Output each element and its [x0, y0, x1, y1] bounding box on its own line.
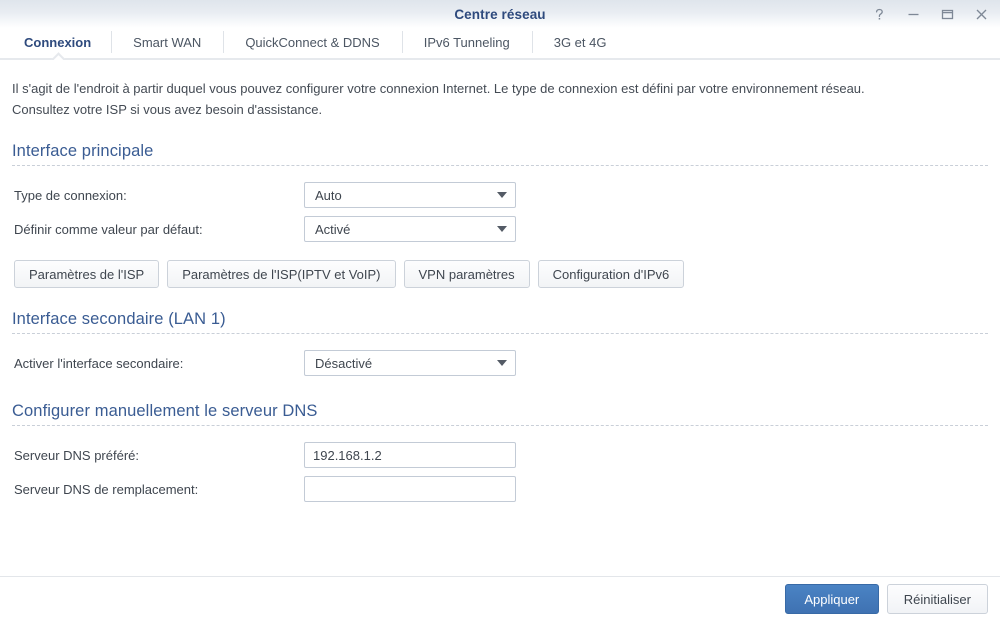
field-label: Serveur DNS de remplacement: [14, 481, 199, 497]
select-value: Désactivé [315, 355, 373, 371]
chevron-down-icon [489, 360, 515, 366]
help-icon[interactable] [870, 5, 888, 23]
field-set-as-default: Définir comme valeur par défaut: Activé [12, 212, 988, 246]
section-title: Interface secondaire (LAN 1) [12, 310, 226, 328]
network-center-window: Centre réseau Connexion Smart WAN QuickC… [0, 0, 1000, 621]
chevron-down-icon [489, 226, 515, 232]
apply-button[interactable]: Appliquer [784, 584, 879, 614]
section-dns: Configurer manuellement le serveur DNS S… [12, 402, 988, 506]
window-controls [870, 0, 990, 28]
tab-ipv6-tunneling[interactable]: IPv6 Tunneling [401, 28, 532, 56]
ipv6-configuration-button[interactable]: Configuration d'IPv6 [537, 260, 685, 288]
field-label: Type de connexion: [14, 187, 127, 203]
tab-list: Connexion Smart WAN QuickConnect & DDNS … [12, 28, 628, 56]
chevron-down-icon [489, 192, 515, 198]
enable-secondary-interface-select[interactable]: Désactivé [304, 350, 516, 376]
field-label: Serveur DNS préféré: [14, 447, 139, 463]
field-enable-secondary-interface: Activer l'interface secondaire: Désactiv… [12, 346, 988, 380]
section-divider [12, 425, 988, 426]
alternate-dns-input[interactable] [304, 476, 516, 502]
select-value: Auto [315, 187, 342, 203]
tab-bar: Connexion Smart WAN QuickConnect & DDNS … [0, 28, 1000, 60]
section-title: Interface principale [12, 142, 154, 160]
preferred-dns-input[interactable] [304, 442, 516, 468]
set-as-default-select[interactable]: Activé [304, 216, 516, 242]
maximize-icon[interactable] [938, 5, 956, 23]
field-preferred-dns: Serveur DNS préféré: [12, 438, 988, 472]
field-label: Définir comme valeur par défaut: [14, 221, 203, 237]
section-divider [12, 333, 988, 334]
section-divider [12, 165, 988, 166]
isp-settings-iptv-voip-button[interactable]: Paramètres de l'ISP(IPTV et VoIP) [167, 260, 396, 288]
minimize-icon[interactable] [904, 5, 922, 23]
window-title: Centre réseau [454, 6, 546, 22]
tab-label: IPv6 Tunneling [423, 34, 510, 50]
vpn-settings-button[interactable]: VPN paramètres [403, 260, 530, 288]
tab-label: 3G et 4G [553, 34, 607, 50]
field-connection-type: Type de connexion: Auto [12, 178, 988, 212]
select-value: Activé [315, 221, 351, 237]
field-label: Activer l'interface secondaire: [14, 355, 184, 371]
isp-settings-button[interactable]: Paramètres de l'ISP [14, 260, 160, 288]
section-primary-interface: Interface principale Type de connexion: … [12, 142, 988, 288]
tab-label: Connexion [24, 34, 92, 50]
dialog-footer: Appliquer Réinitialiser [0, 576, 1000, 621]
close-icon[interactable] [972, 5, 990, 23]
section-secondary-interface: Interface secondaire (LAN 1) Activer l'i… [12, 310, 988, 380]
intro-description: Il s'agit de l'endroit à partir duquel v… [12, 81, 865, 117]
connection-type-select[interactable]: Auto [304, 182, 516, 208]
tab-smart-wan[interactable]: Smart WAN [111, 28, 223, 56]
active-tab-indicator [51, 52, 65, 60]
section-title: Configurer manuellement le serveur DNS [12, 402, 318, 420]
tab-label: Smart WAN [133, 34, 202, 50]
reset-button[interactable]: Réinitialiser [886, 584, 988, 614]
settings-content: Il s'agit de l'endroit à partir duquel v… [0, 60, 1000, 576]
tab-label: QuickConnect & DDNS [245, 34, 380, 50]
tab-quickconnect-ddns[interactable]: QuickConnect & DDNS [223, 28, 401, 56]
field-alternate-dns: Serveur DNS de remplacement: [12, 472, 988, 506]
window-titlebar: Centre réseau [0, 0, 1000, 28]
primary-interface-actions: Paramètres de l'ISP Paramètres de l'ISP(… [12, 260, 988, 288]
tab-3g-4g[interactable]: 3G et 4G [531, 28, 629, 56]
